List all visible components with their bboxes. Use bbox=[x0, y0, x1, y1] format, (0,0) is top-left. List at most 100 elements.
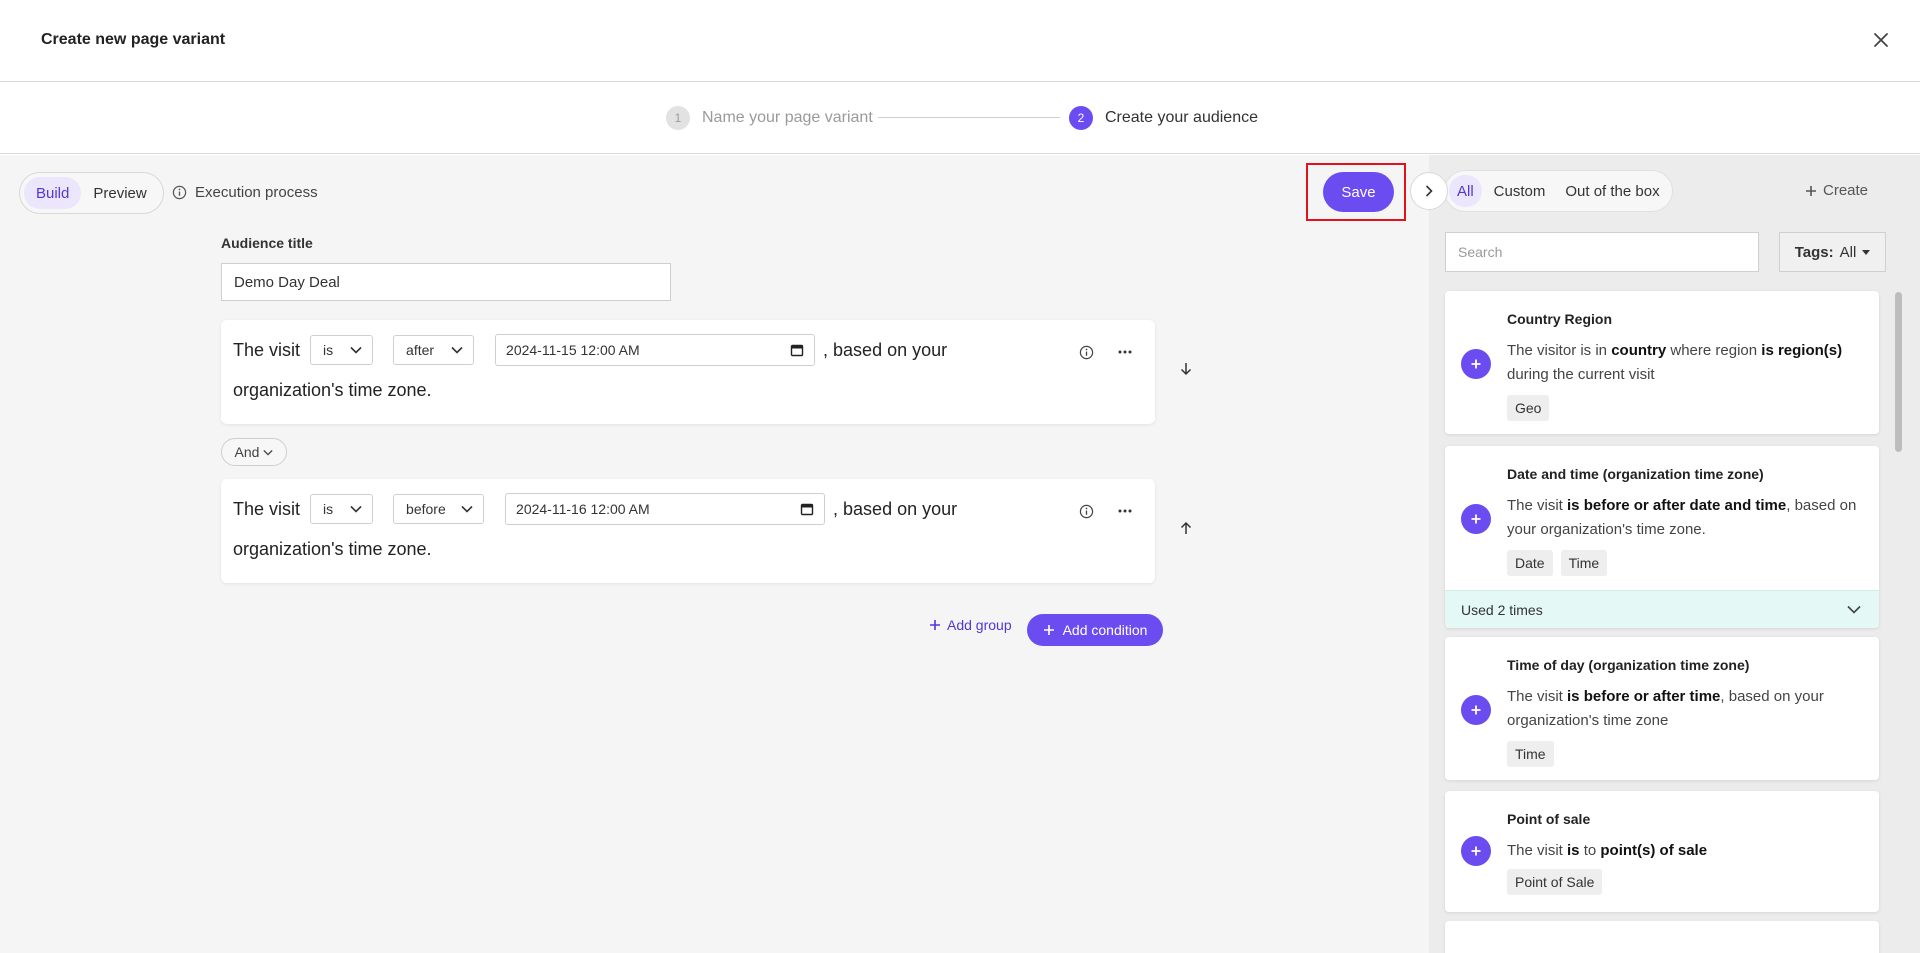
step-name-variant[interactable]: 1 Name your page variant bbox=[666, 106, 873, 130]
desc-segment: The visit bbox=[1507, 842, 1568, 859]
condition-line2: organization's time zone. bbox=[233, 539, 432, 559]
search-input[interactable] bbox=[1445, 232, 1759, 272]
datetime-input[interactable]: 2024-11-16 12:00 AM bbox=[505, 493, 826, 525]
card-description: The visit is before or after time, based… bbox=[1507, 685, 1859, 733]
add-condition-plus-icon[interactable] bbox=[1461, 349, 1491, 379]
save-button[interactable]: Save bbox=[1323, 172, 1394, 212]
condition-card: The visit is before 2024-11-16 12:00 AM … bbox=[221, 479, 1155, 583]
operator-select[interactable]: is bbox=[310, 335, 374, 365]
modal-header: Create new page variant bbox=[0, 0, 1920, 82]
desc-segment: during the current visit bbox=[1507, 366, 1655, 383]
stepper-connector-line bbox=[878, 117, 1060, 118]
step-number: 1 bbox=[666, 106, 690, 130]
desc-segment: The visit bbox=[1507, 497, 1568, 514]
card-description: The visitor is in country where region i… bbox=[1507, 339, 1859, 387]
library-scrollbar[interactable] bbox=[1895, 292, 1902, 452]
calendar-icon bbox=[800, 503, 814, 516]
more-options-icon[interactable] bbox=[1115, 501, 1135, 521]
chevron-down-icon bbox=[350, 505, 362, 513]
condition-row: The visit is after 2024-11-15 12:00 AM ,… bbox=[233, 334, 947, 366]
add-condition-button[interactable]: Add condition bbox=[1027, 614, 1163, 646]
more-options-icon[interactable] bbox=[1115, 342, 1135, 362]
add-condition-plus-icon[interactable] bbox=[1461, 836, 1491, 866]
tag: Point of Sale bbox=[1507, 869, 1603, 895]
condition-row: The visit is before 2024-11-16 12:00 AM … bbox=[233, 493, 957, 525]
info-icon[interactable] bbox=[1076, 501, 1096, 521]
card-tags: Time bbox=[1507, 741, 1554, 767]
tags-value: All bbox=[1839, 243, 1857, 261]
move-up-icon[interactable] bbox=[1176, 518, 1196, 538]
card-description: The visit is before or after date and ti… bbox=[1507, 494, 1859, 542]
card-description: The visit is to point(s) of sale bbox=[1507, 839, 1859, 863]
desc-segment: to bbox=[1579, 842, 1601, 859]
desc-segment: country bbox=[1611, 342, 1667, 359]
move-down-icon[interactable] bbox=[1176, 359, 1196, 379]
tags-filter-dropdown[interactable]: Tags: All bbox=[1779, 232, 1886, 272]
chevron-down-icon bbox=[350, 346, 362, 354]
add-condition-plus-icon[interactable] bbox=[1461, 504, 1491, 534]
add-condition-plus-icon[interactable] bbox=[1461, 695, 1491, 725]
tab-out-of-the-box[interactable]: Out of the box bbox=[1557, 175, 1667, 207]
create-condition-button[interactable]: Create bbox=[1805, 182, 1868, 199]
preview-tab[interactable]: Preview bbox=[81, 177, 158, 209]
plus-icon bbox=[1806, 185, 1816, 196]
desc-segment: is before or after time bbox=[1567, 688, 1721, 705]
modal-title: Create new page variant bbox=[41, 31, 226, 48]
build-tab[interactable]: Build bbox=[24, 177, 82, 209]
chevron-down-icon bbox=[461, 505, 473, 513]
condition-line2: organization's time zone. bbox=[233, 380, 432, 400]
info-icon[interactable] bbox=[1076, 342, 1096, 362]
step-number: 2 bbox=[1069, 106, 1093, 130]
plus-icon bbox=[1043, 625, 1054, 635]
audience-title-input[interactable] bbox=[221, 263, 671, 301]
card-tags: Date Time bbox=[1507, 550, 1608, 576]
create-label: Create bbox=[1823, 182, 1869, 199]
collapse-panel-button[interactable] bbox=[1410, 172, 1448, 210]
close-icon[interactable] bbox=[1868, 27, 1894, 53]
condition-prefix: The visit bbox=[233, 339, 301, 360]
plus-icon bbox=[930, 620, 940, 630]
add-condition-label: Add condition bbox=[1062, 622, 1148, 638]
relation-select[interactable]: before bbox=[393, 494, 485, 524]
card-tags: Point of Sale bbox=[1507, 869, 1603, 895]
step-create-audience[interactable]: 2 Create your audience bbox=[1069, 106, 1258, 130]
library-card[interactable] bbox=[1445, 921, 1879, 953]
library-card[interactable]: Country Region The visitor is in country… bbox=[1445, 291, 1879, 434]
condition-suffix: , based on your bbox=[833, 498, 958, 519]
card-title: Time of day (organization time zone) bbox=[1507, 657, 1750, 673]
library-card[interactable]: Time of day (organization time zone) The… bbox=[1445, 637, 1879, 780]
mode-toggle: Build Preview bbox=[19, 172, 164, 214]
datetime-value: 2024-11-16 12:00 AM bbox=[516, 501, 650, 517]
tags-label: Tags: bbox=[1794, 243, 1834, 261]
card-title: Point of sale bbox=[1507, 811, 1591, 827]
add-group-button[interactable]: Add group bbox=[929, 617, 1012, 633]
stepper: 1 Name your page variant 2 Create your a… bbox=[0, 82, 1920, 154]
desc-segment: The visit bbox=[1507, 688, 1568, 705]
operator-select[interactable]: is bbox=[310, 494, 374, 524]
relation-value: before bbox=[406, 501, 446, 517]
desc-segment: is region(s) bbox=[1761, 342, 1843, 359]
datetime-value: 2024-11-15 12:00 AM bbox=[506, 342, 640, 358]
relation-select[interactable]: after bbox=[393, 335, 475, 365]
tag: Time bbox=[1507, 741, 1554, 767]
condition-prefix: The visit bbox=[233, 498, 301, 519]
operator-value: is bbox=[323, 342, 334, 358]
execution-process-label: Execution process bbox=[195, 184, 318, 201]
audience-title-label: Audience title bbox=[221, 235, 313, 251]
chevron-right-icon bbox=[1425, 185, 1433, 197]
relation-value: after bbox=[406, 342, 435, 358]
and-connector-select[interactable]: And bbox=[221, 438, 287, 466]
execution-process-link[interactable]: Execution process bbox=[172, 184, 318, 201]
card-tags: Geo bbox=[1507, 395, 1550, 421]
condition-card: The visit is after 2024-11-15 12:00 AM ,… bbox=[221, 320, 1155, 424]
tab-custom[interactable]: Custom bbox=[1486, 175, 1554, 207]
usage-expander[interactable]: Used 2 times bbox=[1445, 590, 1879, 628]
library-card[interactable]: Point of sale The visit is to point(s) o… bbox=[1445, 791, 1879, 912]
caret-down-icon bbox=[1862, 249, 1871, 255]
library-card[interactable]: Date and time (organization time zone) T… bbox=[1445, 446, 1879, 628]
datetime-input[interactable]: 2024-11-15 12:00 AM bbox=[495, 334, 816, 366]
chevron-down-icon bbox=[1847, 605, 1861, 614]
tab-all[interactable]: All bbox=[1449, 175, 1482, 207]
card-title: Date and time (organization time zone) bbox=[1507, 466, 1764, 482]
desc-segment: point(s) of sale bbox=[1600, 842, 1708, 859]
